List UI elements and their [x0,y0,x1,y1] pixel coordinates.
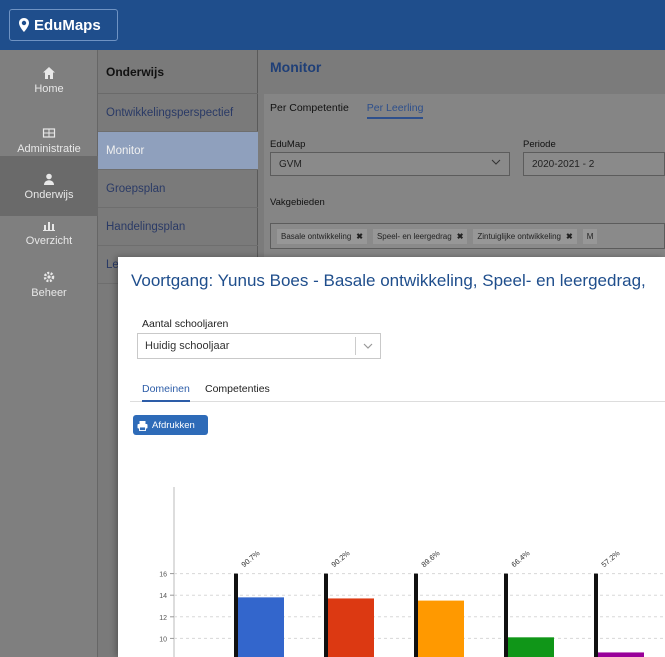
table-icon [42,127,56,138]
tag-label: Basale ontwikkeling [281,231,352,241]
sub-nav-header: Onderwijs [98,50,258,94]
target-marker [594,573,598,657]
vakgebieden-label: Vakgebieden [270,197,325,208]
edumap-label: EduMap [270,139,306,150]
target-marker [234,573,238,657]
bar [508,637,554,657]
target-marker [504,573,508,657]
user-icon [44,173,54,185]
monitor-panel: Per Competentie Per Leerling EduMap GVM … [264,94,665,264]
gear-icon [43,271,55,282]
tag-label: M [586,231,594,241]
y-tick-label: 10 [159,636,167,643]
modal-title: Voortgang: Yunus Boes - Basale ontwikkel… [131,271,646,290]
page-title: Monitor [270,59,322,75]
bar-data-label: 57.2% [600,548,622,569]
tab-per-competentie[interactable]: Per Competentie [270,102,349,119]
nav-beheer[interactable]: Beheer [0,254,98,314]
home-icon [43,66,55,79]
remove-icon[interactable]: ✖ [356,232,363,241]
select-divider [355,337,356,355]
sub-nav-item[interactable]: Handelingsplan [98,208,258,246]
bar-data-label: 90.2% [330,548,352,569]
bar [328,598,374,657]
bar-data-label: 90.7% [240,548,262,569]
print-label: Afdrukken [152,419,195,431]
chevron-down-icon [363,343,373,349]
chevron-down-icon [491,159,501,165]
app-logo[interactable]: EduMaps [9,9,118,41]
nav-label: Administratie [17,142,81,155]
tag-more[interactable]: M [582,228,598,244]
years-label: Aantal schooljaren [142,318,229,330]
years-select[interactable]: Huidig schooljaar [137,333,381,359]
remove-icon[interactable]: ✖ [457,232,464,241]
progress-chart: 10 12 14 16 90.7% 90.2% 89.6% 66.4% 57.2% [159,487,665,657]
sub-nav-item[interactable]: Ontwikkelingsperspectief [98,94,258,132]
tab-domeinen[interactable]: Domeinen [142,383,190,402]
progress-modal: Voortgang: Yunus Boes - Basale ontwikkel… [118,257,665,657]
top-bar: EduMaps [0,0,665,50]
target-marker [324,573,328,657]
periode-value: 2020-2021 - 2 [532,158,595,170]
edumap-select[interactable]: GVM [270,152,510,176]
nav-overzicht[interactable]: Overzicht [0,202,98,262]
tab-competenties[interactable]: Competenties [205,383,270,395]
bar-data-label: 66.4% [510,548,532,569]
target-marker [414,573,418,657]
left-nav: Home Administratie Onderwijs Overzicht B… [0,50,98,657]
monitor-tabs: Per Competentie Per Leerling [270,102,424,119]
vakgebieden-select[interactable]: Basale ontwikkeling ✖ Speel- en leergedra… [270,223,665,249]
nav-label: Home [34,82,64,95]
bar [418,600,464,657]
print-icon [137,420,148,431]
tag-label: Zintuiglijke ontwikkeling [477,231,561,241]
y-tick-label: 14 [159,593,167,600]
y-tick-label: 16 [159,572,167,579]
tag-speel-en-leergedrag[interactable]: Speel- en leergedrag ✖ [372,228,468,244]
periode-label: Periode [523,139,556,150]
modal-tabs: Domeinen Competenties [130,377,665,402]
nav-label: Beheer [31,286,67,299]
nav-label: Onderwijs [24,188,74,201]
tag-zintuiglijke-ontwikkeling[interactable]: Zintuiglijke ontwikkeling ✖ [473,228,577,244]
print-button[interactable]: Afdrukken [133,415,208,435]
edumap-value: GVM [279,158,302,170]
bar [238,597,284,657]
y-tick-label: 12 [159,615,167,622]
tab-per-leerling[interactable]: Per Leerling [366,102,424,119]
app-name: EduMaps [34,16,101,34]
bar-data-label: 89.6% [420,548,442,569]
periode-select[interactable]: 2020-2021 - 2 [523,152,665,176]
sub-nav-item[interactable]: Groepsplan [98,170,258,208]
chart-icon [43,221,55,231]
remove-icon[interactable]: ✖ [566,232,573,241]
nav-label: Overzicht [25,234,73,247]
tag-basale-ontwikkeling[interactable]: Basale ontwikkeling ✖ [277,228,367,244]
map-pin-icon [19,18,29,32]
nav-home[interactable]: Home [0,50,98,110]
years-value: Huidig schooljaar [145,340,230,352]
sub-nav-item-active[interactable]: Monitor [98,132,258,170]
bar [598,652,644,657]
tag-label: Speel- en leergedrag [376,231,452,241]
